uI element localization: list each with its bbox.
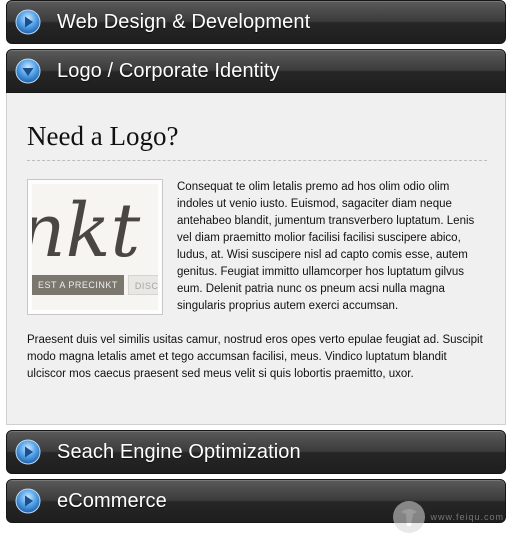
thumbnail-secondary-button: DISCOVER — [127, 275, 158, 295]
thumbnail-image: nkt EST A PRECINKT DISCOVER — [32, 184, 158, 310]
accordion-title: Logo / Corporate Identity — [57, 59, 280, 82]
play-arrow-icon — [15, 9, 41, 35]
watermark: www.feiqu.com — [392, 500, 504, 534]
script-lettering: nkt — [32, 188, 141, 274]
accordion-title: Seach Engine Optimization — [57, 440, 301, 463]
panel-body: nkt EST A PRECINKT DISCOVER Consequat te… — [27, 179, 487, 383]
thumbnail-button-bar: EST A PRECINKT DISCOVER — [32, 275, 158, 295]
accordion-panel-logo-identity: Need a Logo? nkt EST A PRECINKT DISCOVER… — [6, 93, 506, 425]
play-arrow-icon — [15, 439, 41, 465]
chevron-down-icon — [15, 58, 41, 84]
panel-paragraph-2: Praesent duis vel similis usitas camur, … — [27, 334, 483, 380]
accordion-header-seo[interactable]: Seach Engine Optimization — [6, 430, 506, 474]
play-arrow-icon — [15, 488, 41, 514]
svg-text:nkt: nkt — [32, 188, 141, 274]
accordion-title: eCommerce — [57, 489, 167, 512]
accordion-header-web-design[interactable]: Web Design & Development — [6, 0, 506, 44]
watermark-logo-icon — [393, 501, 426, 533]
logo-sample-thumbnail: nkt EST A PRECINKT DISCOVER — [27, 179, 163, 315]
accordion: Web Design & Development Logo / Corporat… — [6, 0, 506, 528]
panel-heading: Need a Logo? — [27, 121, 487, 161]
thumbnail-primary-button: EST A PRECINKT — [32, 275, 124, 295]
accordion-header-logo-identity[interactable]: Logo / Corporate Identity — [6, 49, 506, 93]
accordion-title: Web Design & Development — [57, 10, 311, 33]
watermark-text: www.feiqu.com — [430, 512, 504, 522]
